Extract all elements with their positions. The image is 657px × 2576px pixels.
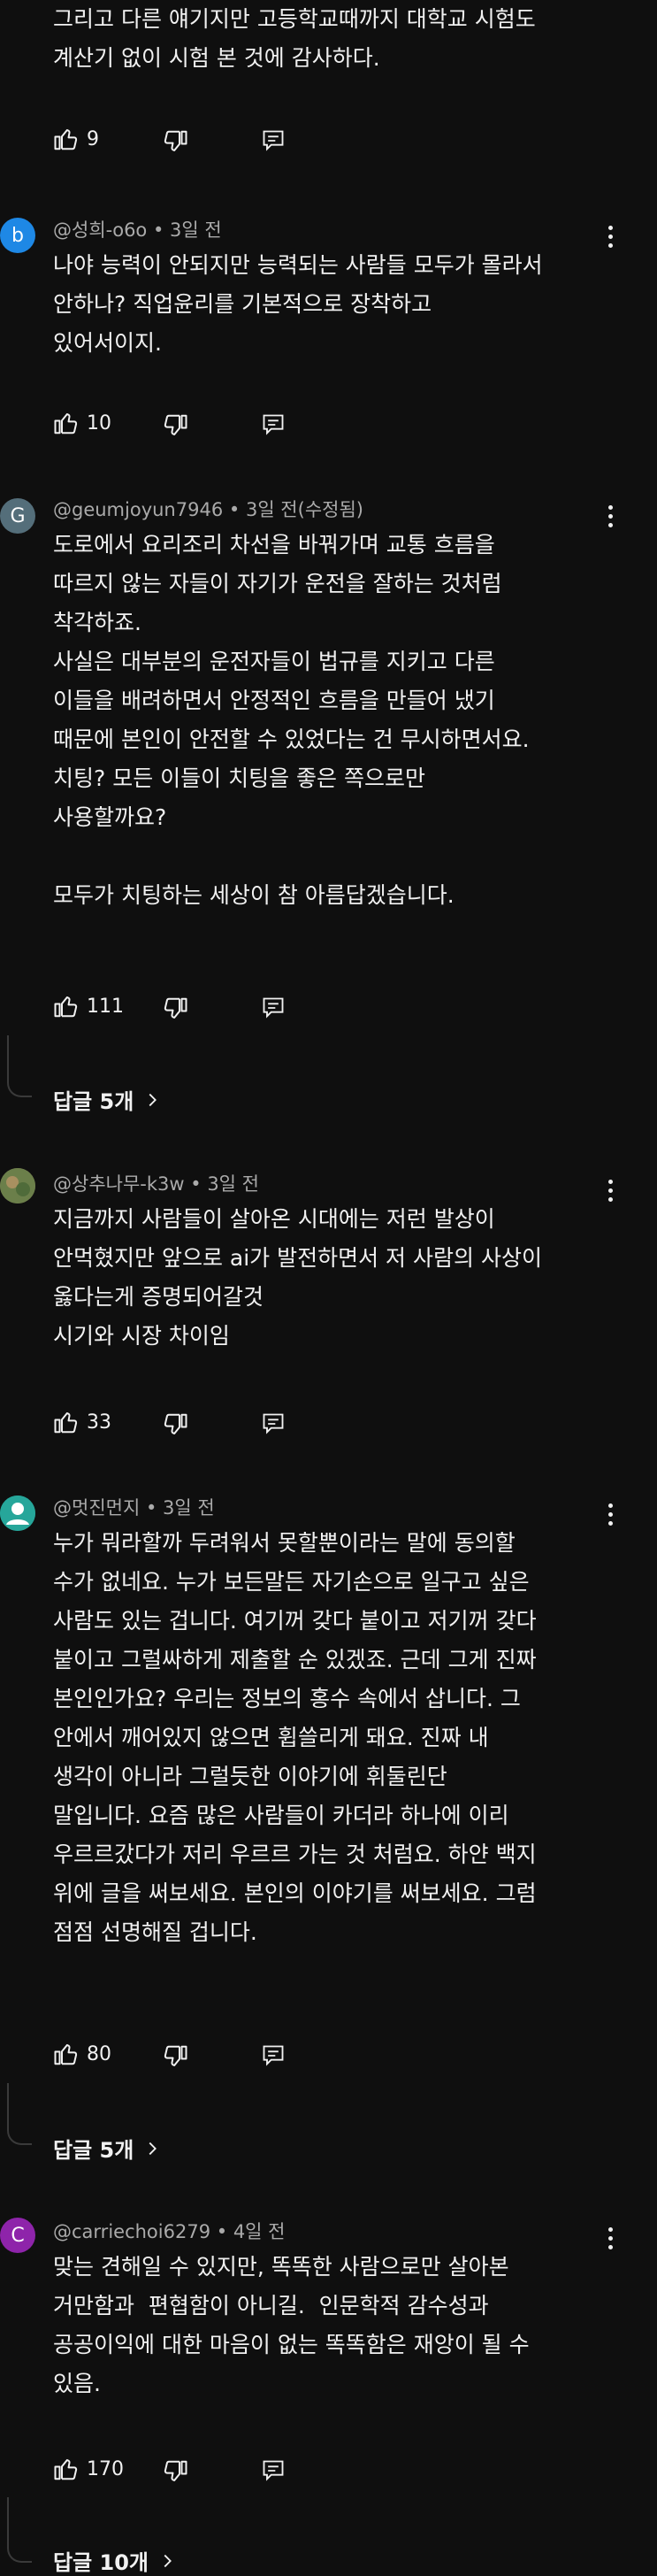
comment-meta: @geumjoyun7946 • 3일 전(수정됨) <box>53 499 363 520</box>
like-button[interactable]: 170 <box>53 2456 124 2482</box>
like-count: 80 <box>87 2042 111 2065</box>
avatar[interactable]: b <box>0 218 35 253</box>
dislike-button[interactable] <box>162 412 188 442</box>
thumbs-down-icon <box>164 130 187 151</box>
view-replies-button[interactable]: 답글 5개 <box>53 1084 162 1115</box>
avatar[interactable]: C <box>0 2218 35 2253</box>
person-icon <box>0 1496 35 1531</box>
like-button[interactable]: 33 <box>53 1409 111 1435</box>
author-name[interactable]: @성희-o6o <box>53 219 147 241</box>
reply-icon <box>263 2460 284 2481</box>
like-count: 10 <box>87 411 111 434</box>
avatar-letter: C <box>11 2224 25 2247</box>
view-replies-button[interactable]: 답글 5개 <box>53 2133 162 2164</box>
reply-icon <box>263 1413 284 1434</box>
thumbs-up-icon <box>54 2044 78 2065</box>
timestamp: 4일 전 <box>233 2221 286 2242</box>
comment-text: 누가 뭐라할까 두려워서 못할뿐이라는 말에 동의할 수가 없네요. 누가 보든… <box>53 1530 537 1945</box>
timestamp: 3일 전 <box>163 1497 215 1519</box>
dislike-button[interactable] <box>162 1411 188 1442</box>
avatar[interactable] <box>0 1496 35 1531</box>
thread-line <box>7 2497 32 2563</box>
reply-button[interactable] <box>261 128 286 157</box>
author-name[interactable]: @상추나무-k3w <box>53 1173 185 1195</box>
comment-meta: @성희-o6o • 3일 전 <box>53 219 222 241</box>
like-count: 170 <box>87 2457 124 2480</box>
author-name[interactable]: @멋진먼지 <box>53 1497 140 1519</box>
nature-avatar-icon <box>0 1168 35 1203</box>
thumbs-up-icon <box>54 129 78 150</box>
reply-icon <box>263 130 284 151</box>
thread-line <box>7 2083 32 2145</box>
comment-meta: @carriechoi6279 • 4일 전 <box>53 2221 286 2242</box>
comment-meta: @멋진먼지 • 3일 전 <box>53 1497 215 1519</box>
like-count: 9 <box>87 127 99 150</box>
thumbs-up-icon <box>54 2459 78 2480</box>
reply-button[interactable] <box>261 2043 286 2072</box>
comment-text: 지금까지 사람들이 살아온 시대에는 저런 발상이 안먹혔지만 앞으로 ai가 … <box>53 1206 542 1349</box>
thread-line <box>7 1035 32 1097</box>
replies-label: 답글 5개 <box>53 2138 134 2163</box>
dislike-button[interactable] <box>162 2458 188 2488</box>
thumbs-down-icon <box>164 997 187 1019</box>
thumbs-up-icon <box>54 413 78 434</box>
replies-label: 답글 10개 <box>53 2550 149 2575</box>
like-button[interactable]: 80 <box>53 2041 111 2067</box>
reply-button[interactable] <box>261 1411 286 1440</box>
avatar[interactable] <box>0 1168 35 1203</box>
view-replies-button[interactable]: 답글 10개 <box>53 2545 177 2576</box>
like-count: 111 <box>87 995 124 1018</box>
reply-button[interactable] <box>261 2458 286 2487</box>
thumbs-down-icon <box>164 414 187 435</box>
reply-icon <box>263 2045 284 2066</box>
comment-text: 그리고 다른 얘기지만 고등학교때까지 대학교 시험도 계산기 없이 시험 본 … <box>53 6 536 71</box>
avatar[interactable]: G <box>0 498 35 534</box>
avatar-letter: G <box>10 504 26 527</box>
chevron-right-icon <box>164 2554 172 2567</box>
author-name[interactable]: @geumjoyun7946 <box>53 499 223 520</box>
comment-text: 맞는 견해일 수 있지만, 똑똑한 사람으로만 살아본 거만함과 편협함이 아니… <box>53 2254 530 2396</box>
dislike-button[interactable] <box>162 996 188 1026</box>
thumbs-down-icon <box>164 1413 187 1434</box>
thumbs-down-icon <box>164 2045 187 2066</box>
thumbs-up-icon <box>54 996 78 1018</box>
comment-meta: @상추나무-k3w • 3일 전 <box>53 1173 259 1195</box>
like-button[interactable]: 111 <box>53 993 124 1019</box>
like-button[interactable]: 10 <box>53 410 111 436</box>
timestamp: 3일 전 <box>170 219 222 241</box>
comment-text: 도로에서 요리조리 차선을 바꿔가며 교통 흐름을 따르지 않는 자들이 자기가… <box>53 532 530 908</box>
reply-button[interactable] <box>261 412 286 441</box>
chevron-right-icon <box>149 1093 157 1106</box>
reply-button[interactable] <box>261 996 286 1024</box>
comment-text: 나야 능력이 안되지만 능력되는 사람들 모두가 몰라서 안하나? 직업윤리를 … <box>53 252 543 356</box>
reply-icon <box>263 414 284 435</box>
dislike-button[interactable] <box>162 2043 188 2073</box>
chevron-right-icon <box>149 2142 157 2155</box>
like-button[interactable]: 9 <box>53 126 99 152</box>
timestamp: 3일 전(수정됨) <box>245 499 363 520</box>
author-name[interactable]: @carriechoi6279 <box>53 2221 210 2242</box>
timestamp: 3일 전 <box>207 1173 259 1195</box>
replies-label: 답글 5개 <box>53 1089 134 1114</box>
dislike-button[interactable] <box>162 128 188 158</box>
reply-icon <box>263 997 284 1019</box>
like-count: 33 <box>87 1411 111 1434</box>
thumbs-up-icon <box>54 1412 78 1434</box>
thumbs-down-icon <box>164 2460 187 2481</box>
avatar-letter: b <box>11 224 24 247</box>
